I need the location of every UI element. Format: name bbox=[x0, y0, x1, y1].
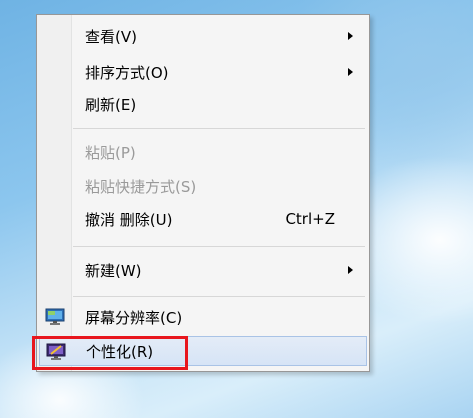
menu-item-undo-delete[interactable]: 撤消 删除(U) Ctrl+Z bbox=[39, 204, 367, 234]
submenu-arrow-icon bbox=[348, 266, 353, 274]
menu-item-label: 屏幕分辨率(C) bbox=[85, 308, 183, 327]
menu-item-label: 新建(W) bbox=[85, 261, 142, 280]
menu-item-label: 查看(V) bbox=[85, 27, 137, 46]
menu-item-refresh[interactable]: 刷新(E) bbox=[39, 89, 367, 119]
menu-item-paste: 粘贴(P) bbox=[39, 137, 367, 167]
monitor-icon bbox=[45, 308, 65, 326]
menu-item-paste-shortcut: 粘贴快捷方式(S) bbox=[39, 171, 367, 201]
menu-item-sort-by[interactable]: 排序方式(O) bbox=[39, 57, 367, 87]
context-menu: 查看(V) 排序方式(O) 刷新(E) 粘贴(P) 粘贴快捷方式(S) 撤消 删… bbox=[36, 14, 370, 372]
highlight-annotation-box bbox=[32, 336, 188, 370]
menu-item-label: 粘贴(P) bbox=[85, 143, 136, 162]
menu-separator bbox=[73, 128, 365, 129]
menu-separator bbox=[73, 246, 365, 247]
menu-item-screen-resolution[interactable]: 屏幕分辨率(C) bbox=[39, 302, 367, 332]
menu-item-view[interactable]: 查看(V) bbox=[39, 21, 367, 51]
submenu-arrow-icon bbox=[348, 68, 353, 76]
desktop-background[interactable]: 查看(V) 排序方式(O) 刷新(E) 粘贴(P) 粘贴快捷方式(S) 撤消 删… bbox=[0, 0, 473, 418]
menu-item-new[interactable]: 新建(W) bbox=[39, 255, 367, 285]
menu-item-shortcut: Ctrl+Z bbox=[285, 210, 335, 228]
menu-item-label: 撤消 删除(U) bbox=[85, 210, 173, 229]
menu-item-label: 排序方式(O) bbox=[85, 63, 169, 82]
menu-item-label: 刷新(E) bbox=[85, 95, 137, 114]
menu-separator bbox=[73, 296, 365, 297]
menu-item-label: 粘贴快捷方式(S) bbox=[85, 177, 197, 196]
submenu-arrow-icon bbox=[348, 32, 353, 40]
